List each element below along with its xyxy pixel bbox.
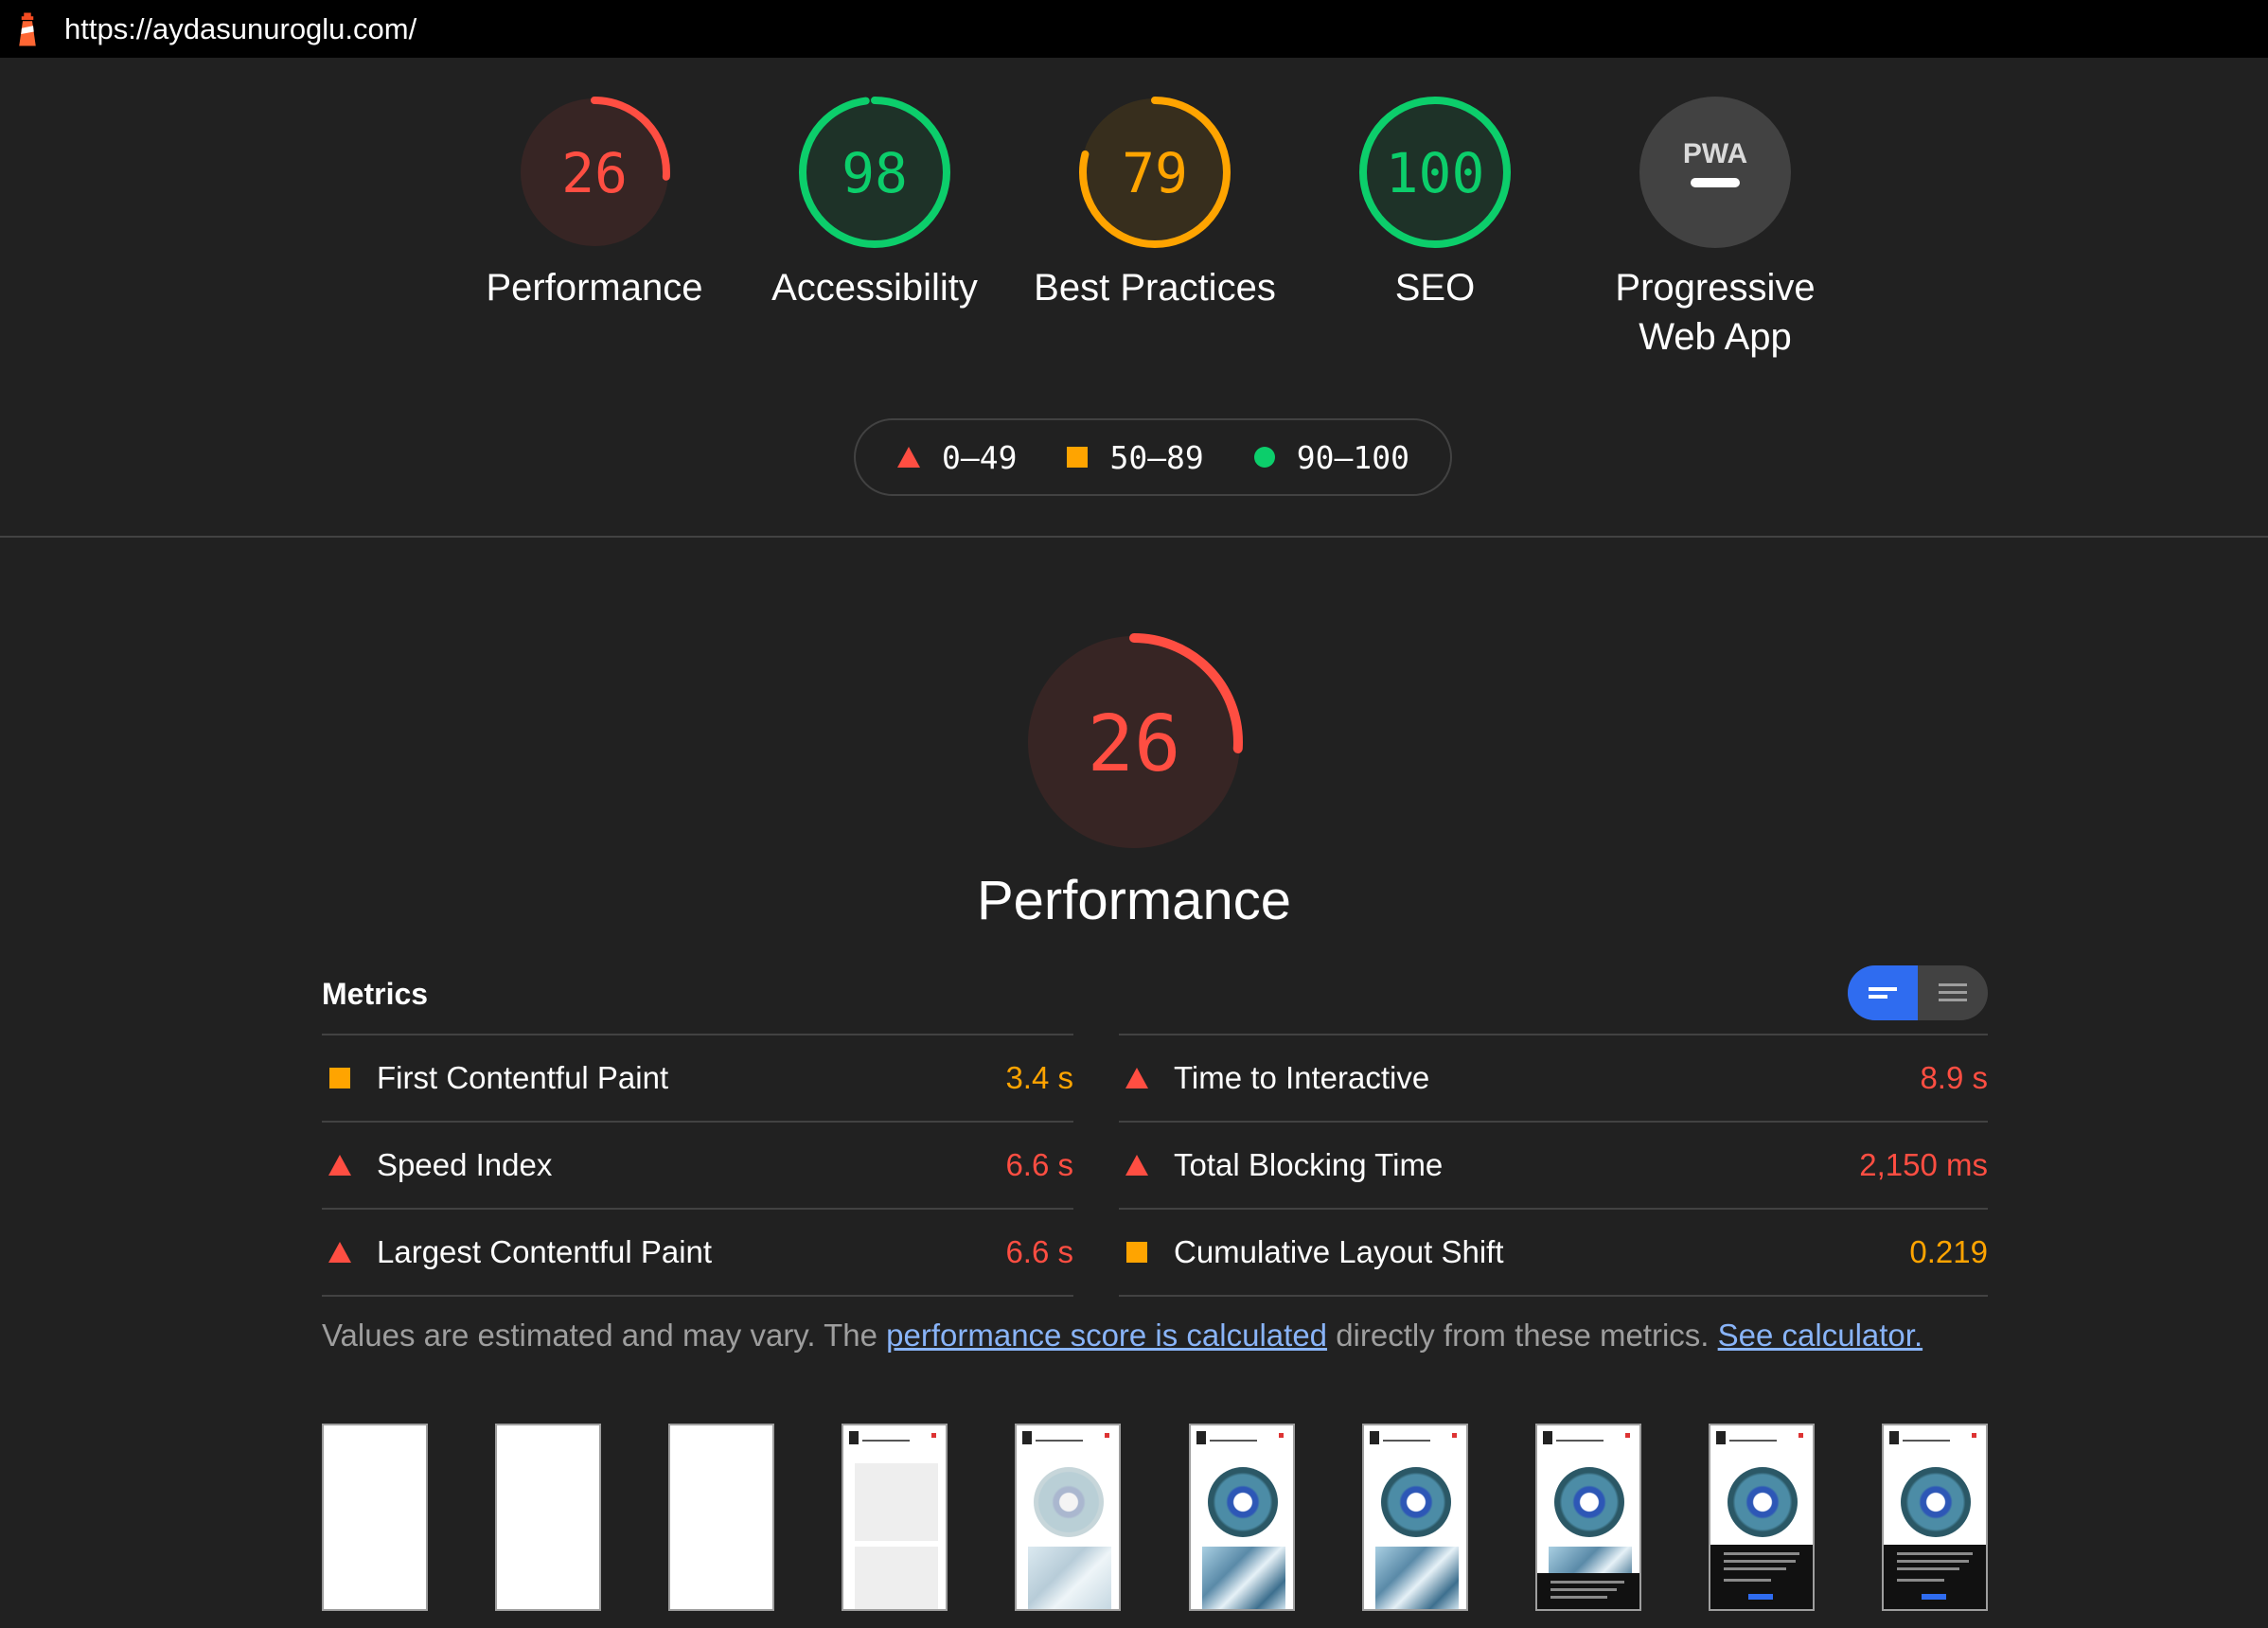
square-icon: [1067, 447, 1089, 468]
section-divider: [0, 536, 2268, 538]
metric-cumulative-layout-shift: Cumulative Layout Shift 0.219: [1119, 1208, 1988, 1297]
url-bar: https://aydasunuroglu.com/: [0, 0, 2268, 58]
best-practices-gauge-arc: 79: [1079, 97, 1231, 248]
performance-main-gauge: 26: [1025, 633, 1243, 851]
performance-main-score: 26: [1088, 699, 1181, 789]
filmstrip-frame: [1882, 1424, 1988, 1611]
metric-name: Speed Index: [377, 1147, 553, 1182]
metric-value: 6.6 s: [1005, 1234, 1073, 1269]
performance-score: 26: [561, 141, 628, 205]
gauge-accessibility[interactable]: 98 Accessibility: [723, 95, 1026, 312]
metric-name: Cumulative Layout Shift: [1174, 1234, 1504, 1269]
filmstrip-frame: [322, 1424, 428, 1611]
triangle-icon: [1125, 1066, 1149, 1090]
summary-view-button[interactable]: [1848, 965, 1918, 1020]
gauge-performance[interactable]: 26 Performance: [443, 95, 746, 312]
gauge-seo[interactable]: 100 SEO: [1284, 95, 1586, 312]
metric-largest-contentful-paint: Largest Contentful Paint 6.6 s: [322, 1208, 1073, 1297]
gauge-best-practices[interactable]: 79 Best Practices: [1003, 95, 1306, 312]
metric-value: 8.9 s: [1920, 1060, 1988, 1095]
gauge-label-accessibility: Accessibility: [771, 267, 978, 309]
metric-speed-index: Speed Index 6.6 s: [322, 1121, 1073, 1208]
filmstrip-frame: [1535, 1424, 1641, 1611]
square-icon: [1125, 1240, 1149, 1265]
pwa-badge-text: PWA: [1683, 138, 1747, 169]
filmstrip-frame: [668, 1424, 774, 1611]
screenshot-filmstrip: [322, 1424, 1988, 1613]
accessibility-score: 98: [842, 141, 908, 205]
report-url: https://aydasunuroglu.com/: [64, 11, 417, 45]
metric-name: First Contentful Paint: [377, 1060, 669, 1095]
metric-name: Total Blocking Time: [1174, 1147, 1444, 1182]
disclaimer-text-2: directly from these metrics.: [1327, 1318, 1718, 1353]
legend-pass-range: 90–100: [1296, 438, 1410, 476]
short-lines-icon: [1869, 987, 1897, 999]
metric-value: 0.219: [1909, 1234, 1988, 1269]
seo-gauge-arc: 100: [1359, 97, 1511, 248]
metrics-header: Metrics: [322, 965, 1988, 1022]
best-practices-score: 79: [1122, 141, 1188, 205]
score-calculated-link[interactable]: performance score is calculated: [886, 1318, 1327, 1353]
metric-value: 2,150 ms: [1859, 1147, 1988, 1182]
triangle-icon: [896, 447, 920, 468]
legend-fail: 0–49: [896, 439, 1017, 476]
gauge-label-seo: SEO: [1394, 267, 1476, 309]
metric-total-blocking-time: Total Blocking Time 2,150 ms: [1119, 1121, 1988, 1208]
long-lines-icon: [1939, 983, 1967, 1001]
metrics-view-toggle[interactable]: [1848, 965, 1988, 1020]
performance-gauge-arc: 26: [519, 97, 670, 248]
legend-fail-range: 0–49: [941, 438, 1018, 476]
disclaimer-text-1: Values are estimated and may vary. The: [322, 1318, 887, 1353]
metric-name: Time to Interactive: [1174, 1060, 1430, 1095]
metric-first-contentful-paint: First Contentful Paint 3.4 s: [322, 1034, 1073, 1121]
gauge-label-pwa-line1: Progressive: [1615, 267, 1816, 309]
metric-value: 6.6 s: [1005, 1147, 1073, 1182]
legend-pass: 90–100: [1253, 439, 1409, 476]
triangle-icon: [1125, 1153, 1149, 1177]
filmstrip-frame: [1362, 1424, 1468, 1611]
gauge-label-pwa: Progressive Web App: [1564, 263, 1867, 362]
performance-section-title: Performance: [976, 870, 1292, 931]
gauge-label-best-practices: Best Practices: [1034, 267, 1276, 309]
see-calculator-link[interactable]: See calculator.: [1718, 1318, 1922, 1353]
score-scale-legend: 0–49 50–89 90–100: [854, 418, 1452, 496]
filmstrip-frame: [1709, 1424, 1815, 1611]
metric-value: 3.4 s: [1005, 1060, 1073, 1095]
filmstrip-frame: [1189, 1424, 1295, 1611]
legend-average-range: 50–89: [1109, 438, 1204, 476]
seo-score: 100: [1386, 141, 1485, 205]
gauge-label-performance: Performance: [486, 267, 703, 309]
triangle-icon: [328, 1240, 352, 1265]
filmstrip-frame: [842, 1424, 948, 1611]
metrics-column-right: Time to Interactive 8.9 s Total Blocking…: [1119, 1034, 1988, 1297]
pwa-badge-icon: PWA: [1639, 97, 1791, 248]
filmstrip-frame: [1015, 1424, 1121, 1611]
legend-average: 50–89: [1066, 438, 1204, 476]
filmstrip-frame: [495, 1424, 601, 1611]
gauge-label-pwa-line2: Web App: [1639, 316, 1792, 358]
metric-name: Largest Contentful Paint: [377, 1234, 713, 1269]
square-icon: [328, 1066, 352, 1090]
metric-time-to-interactive: Time to Interactive 8.9 s: [1119, 1034, 1988, 1121]
circle-icon: [1253, 447, 1275, 468]
expanded-view-button[interactable]: [1918, 965, 1988, 1020]
metrics-title: Metrics: [322, 977, 429, 1011]
gauge-pwa[interactable]: PWA Progressive Web App: [1564, 95, 1867, 362]
accessibility-gauge-arc: 98: [799, 97, 950, 248]
metrics-disclaimer: Values are estimated and may vary. The p…: [322, 1318, 2026, 1354]
lighthouse-logo-icon: [19, 12, 36, 45]
triangle-icon: [328, 1153, 352, 1177]
metrics-column-left: First Contentful Paint 3.4 s Speed Index…: [322, 1034, 1073, 1297]
category-gauges: 26 Performance 98 Accessibility 79 Best …: [0, 95, 2268, 398]
